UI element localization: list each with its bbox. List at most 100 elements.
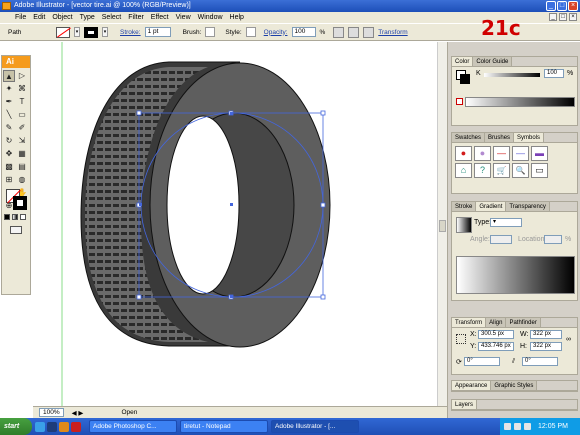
tray-network-icon[interactable] bbox=[504, 423, 511, 430]
gradient-type-select[interactable]: ▾ bbox=[490, 218, 522, 227]
menu-type[interactable]: Type bbox=[79, 14, 96, 21]
symbol-frame-icon[interactable]: ▭ bbox=[531, 163, 548, 178]
selection-tool-icon[interactable]: ▲ bbox=[3, 70, 15, 82]
h-field[interactable]: 322 px bbox=[530, 342, 562, 351]
doc-minimize-button[interactable]: _ bbox=[549, 13, 557, 21]
taskbar-item-photoshop[interactable]: Adobe Photoshop C... bbox=[89, 420, 177, 433]
transform-link[interactable]: Transform bbox=[378, 29, 407, 36]
gradient-mode-icon[interactable] bbox=[12, 214, 18, 220]
k-slider[interactable] bbox=[484, 73, 540, 77]
tab-align[interactable]: Align bbox=[486, 318, 507, 327]
menu-filter[interactable]: Filter bbox=[127, 14, 145, 21]
opacity-field[interactable]: 100 bbox=[291, 27, 316, 37]
tab-layers[interactable]: Layers bbox=[452, 400, 478, 409]
tab-pathfinder[interactable]: Pathfinder bbox=[506, 318, 541, 327]
photoshop-icon[interactable] bbox=[47, 421, 57, 432]
warp-tool-icon[interactable]: ✥ bbox=[3, 148, 15, 160]
recolor-artwork-icon[interactable] bbox=[333, 26, 345, 38]
menu-select[interactable]: Select bbox=[101, 14, 122, 21]
status-text[interactable]: Open bbox=[121, 409, 137, 416]
style-picker[interactable] bbox=[245, 27, 256, 37]
zoom-level-field[interactable]: 100% bbox=[39, 408, 64, 417]
symbol-sprayer-tool-icon[interactable]: ▩ bbox=[3, 161, 15, 173]
scrollbar-thumb[interactable] bbox=[439, 220, 446, 232]
tray-security-icon[interactable] bbox=[524, 423, 531, 430]
x-field[interactable]: 300.5 px bbox=[478, 330, 514, 339]
tab-transform[interactable]: Transform bbox=[452, 318, 487, 327]
ie-icon[interactable] bbox=[35, 421, 45, 432]
menu-view[interactable]: View bbox=[175, 14, 192, 21]
rectangle-tool-icon[interactable]: ▭ bbox=[16, 109, 28, 121]
stroke-link[interactable]: Stroke: bbox=[120, 29, 141, 36]
start-button[interactable]: start bbox=[0, 418, 32, 435]
tab-appearance[interactable]: Appearance bbox=[452, 381, 492, 390]
none-mode-icon[interactable] bbox=[20, 214, 26, 220]
taskbar-item-illustrator[interactable]: Adobe Illustrator - [... bbox=[271, 420, 359, 433]
menu-file[interactable]: File bbox=[14, 14, 27, 21]
color-stroke-icon[interactable] bbox=[460, 74, 470, 84]
tab-color-guide[interactable]: Color Guide bbox=[473, 57, 513, 66]
fill-dropdown[interactable]: ▾ bbox=[74, 27, 80, 37]
menu-window[interactable]: Window bbox=[197, 14, 224, 21]
menu-help[interactable]: Help bbox=[229, 14, 245, 21]
brush-picker[interactable] bbox=[205, 27, 216, 37]
constrain-link-icon[interactable]: ∞ bbox=[566, 336, 571, 343]
gradient-ramp[interactable] bbox=[456, 256, 575, 294]
pen-tool-icon[interactable]: ✒ bbox=[3, 96, 15, 108]
stroke-dropdown[interactable]: ▾ bbox=[102, 27, 108, 37]
stroke-color-box[interactable] bbox=[13, 196, 27, 210]
menu-object[interactable]: Object bbox=[51, 14, 73, 21]
mesh-tool-icon[interactable]: ⊞ bbox=[3, 174, 15, 186]
doc-restore-button[interactable]: □ bbox=[559, 13, 567, 21]
symbol-red-ball-icon[interactable]: ● bbox=[455, 146, 472, 161]
w-field[interactable]: 322 px bbox=[530, 330, 562, 339]
align-icon[interactable] bbox=[348, 26, 360, 38]
shear-field[interactable]: 0° bbox=[522, 357, 558, 366]
tab-graphic-styles[interactable]: Graphic Styles bbox=[491, 381, 538, 390]
maximize-button[interactable]: □ bbox=[557, 1, 567, 11]
paintbrush-tool-icon[interactable]: ✎ bbox=[3, 122, 15, 134]
lasso-tool-icon[interactable]: ⌘ bbox=[16, 83, 28, 95]
symbol-red-line-icon[interactable]: — bbox=[493, 146, 510, 161]
gradient-angle-field[interactable] bbox=[490, 235, 512, 244]
scale-tool-icon[interactable]: ⇲ bbox=[16, 135, 28, 147]
gradient-preview-swatch[interactable] bbox=[456, 217, 472, 233]
free-transform-tool-icon[interactable]: ▦ bbox=[16, 148, 28, 160]
menu-effect[interactable]: Effect bbox=[150, 14, 170, 21]
tab-gradient[interactable]: Gradient bbox=[476, 202, 507, 211]
doc-close-button[interactable]: × bbox=[569, 13, 577, 21]
gradient-location-field[interactable] bbox=[544, 235, 562, 244]
vertical-scrollbar[interactable] bbox=[437, 42, 447, 406]
stroke-weight-field[interactable]: 1 pt bbox=[144, 27, 171, 37]
magic-wand-tool-icon[interactable]: ✦ bbox=[3, 83, 15, 95]
artboard-canvas[interactable] bbox=[33, 42, 447, 406]
gradient-tool-icon[interactable]: ◍ bbox=[16, 174, 28, 186]
pencil-tool-icon[interactable]: ✐ bbox=[16, 122, 28, 134]
symbol-purple-bar-icon[interactable]: ▬ bbox=[531, 146, 548, 161]
symbol-home-icon[interactable]: ⌂ bbox=[455, 163, 472, 178]
opacity-link[interactable]: Opacity: bbox=[264, 29, 288, 36]
symbol-purple-ball-icon[interactable]: ● bbox=[474, 146, 491, 161]
tray-volume-icon[interactable] bbox=[514, 423, 521, 430]
color-spectrum-bar[interactable] bbox=[465, 97, 575, 107]
rotate-field[interactable]: 0° bbox=[464, 357, 500, 366]
stroke-swatch[interactable] bbox=[84, 26, 98, 38]
screen-mode-icon[interactable] bbox=[10, 226, 22, 234]
tab-stroke[interactable]: Stroke bbox=[452, 202, 477, 211]
fill-swatch[interactable] bbox=[56, 26, 70, 38]
tab-transparency[interactable]: Transparency bbox=[506, 202, 550, 211]
acrobat-icon[interactable] bbox=[71, 421, 81, 432]
color-none-swatch[interactable] bbox=[456, 98, 463, 105]
tab-brushes[interactable]: Brushes bbox=[485, 133, 515, 142]
tab-color[interactable]: Color bbox=[452, 57, 474, 66]
isolate-group-icon[interactable] bbox=[363, 26, 375, 38]
line-tool-icon[interactable]: ╲ bbox=[3, 109, 15, 121]
reference-point-icon[interactable] bbox=[456, 334, 466, 344]
y-field[interactable]: 433.746 px bbox=[478, 342, 514, 351]
symbol-search-icon[interactable]: 🔍 bbox=[512, 163, 529, 178]
minimize-button[interactable]: _ bbox=[546, 1, 556, 11]
nav-arrows[interactable]: ◀ ▶ bbox=[72, 409, 84, 417]
symbol-help-icon[interactable]: ? bbox=[474, 163, 491, 178]
rotate-tool-icon[interactable]: ↻ bbox=[3, 135, 15, 147]
graph-tool-icon[interactable]: ▤ bbox=[16, 161, 28, 173]
